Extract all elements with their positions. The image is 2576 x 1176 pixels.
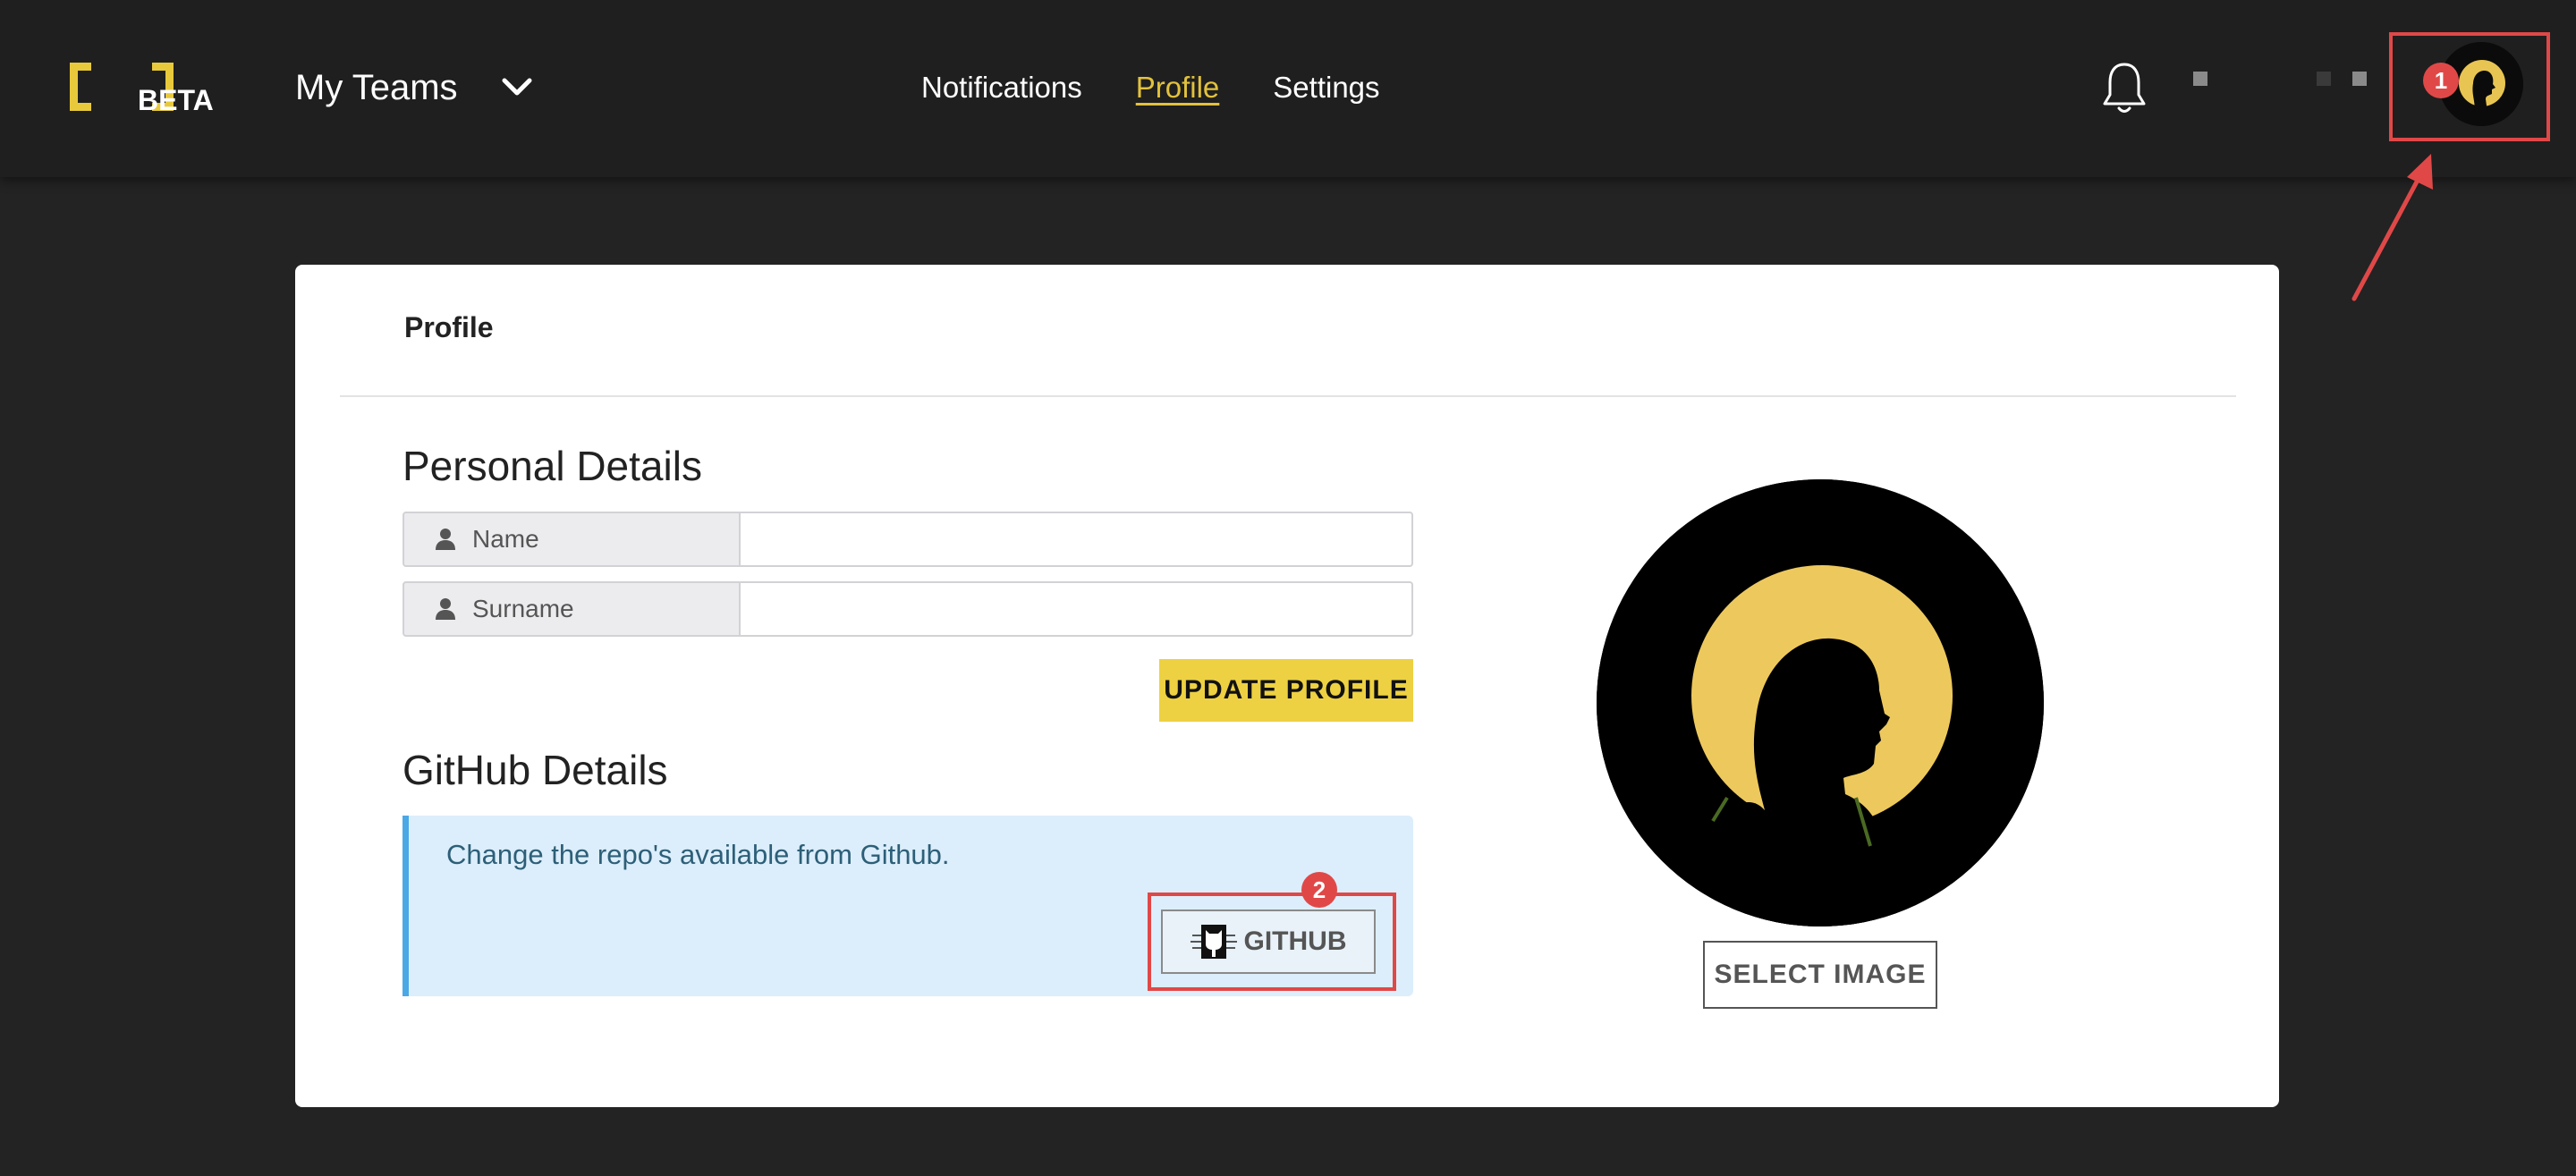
user-icon [436, 598, 455, 620]
bell-icon[interactable] [2100, 61, 2148, 116]
surname-input[interactable] [741, 581, 1413, 637]
name-field-group: Name [402, 512, 1413, 567]
github-button-label: GITHUB [1243, 926, 1347, 956]
user-icon [436, 529, 455, 550]
personal-details-heading: Personal Details [402, 443, 702, 489]
nav-notifications[interactable]: Notifications [921, 71, 1082, 105]
github-icon [1190, 925, 1237, 959]
surname-field-group: Surname [402, 581, 1413, 637]
name-field-label: Name [402, 512, 741, 567]
logo-left-bracket [70, 63, 91, 111]
page-title: Profile [404, 311, 494, 343]
update-profile-button[interactable]: UPDATE PROFILE [1159, 659, 1413, 722]
status-indicator [2193, 72, 2207, 86]
select-image-button[interactable]: SELECT IMAGE [1703, 941, 1937, 1009]
nav-profile[interactable]: Profile [1136, 71, 1220, 105]
surname-label-text: Surname [472, 595, 574, 622]
main-nav: Notifications Profile Settings [921, 63, 1380, 113]
top-navbar: BETA My Teams Notifications Profile Sett… [0, 0, 2576, 177]
github-info-text: Change the repo's available from Github. [446, 839, 950, 870]
nav-settings[interactable]: Settings [1273, 71, 1379, 105]
step-badge-2: 2 [1301, 872, 1337, 908]
logo-beta-label: BETA [138, 84, 214, 116]
profile-card: Profile Personal Details Name Surname UP… [295, 265, 2279, 1107]
surname-field-label: Surname [402, 581, 741, 637]
app-logo[interactable]: BETA [63, 63, 215, 120]
github-details-heading: GitHub Details [402, 747, 668, 793]
name-label-text: Name [472, 525, 539, 553]
team-selector-label: My Teams [295, 67, 458, 107]
name-input[interactable] [741, 512, 1413, 567]
step-badge-1: 1 [2423, 63, 2459, 98]
status-indicator [2352, 72, 2367, 86]
status-indicator [2317, 72, 2331, 86]
chevron-down-icon [502, 78, 532, 96]
profile-silhouette-image [1597, 479, 2044, 926]
highlight-box-avatar [2389, 32, 2550, 141]
team-selector[interactable]: My Teams [295, 63, 535, 113]
profile-photo [1597, 479, 2044, 926]
divider [340, 395, 2236, 397]
github-button[interactable]: GITHUB [1161, 909, 1376, 974]
